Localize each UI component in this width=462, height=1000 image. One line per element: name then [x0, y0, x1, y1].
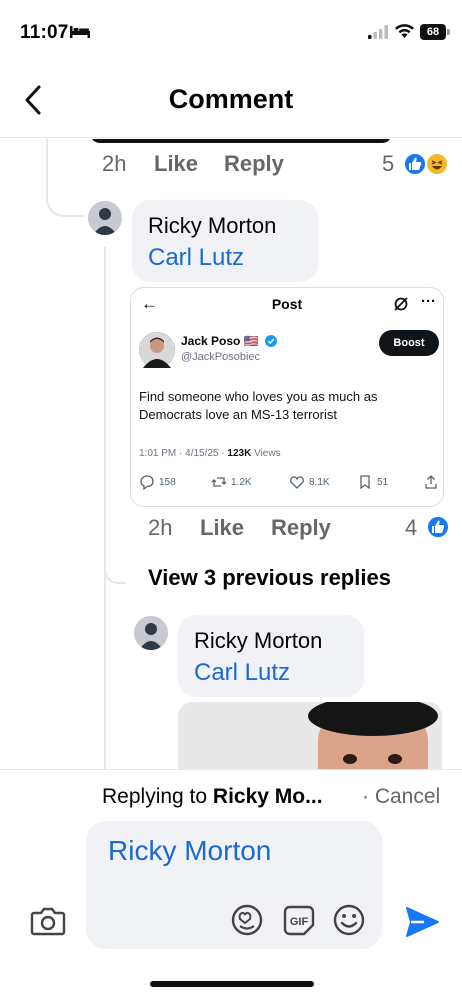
more-icon: ···: [421, 293, 436, 310]
comment-author[interactable]: Ricky Morton: [148, 213, 276, 239]
camera-icon[interactable]: [30, 905, 66, 937]
tweet-author: Jack Poso 🇺🇸: [181, 334, 259, 348]
replying-to-prefix: Replying to: [102, 785, 213, 808]
tweet-text: Find someone who loves you as much as De…: [139, 389, 378, 422]
reply-button[interactable]: Reply: [271, 515, 331, 541]
thread-line: [104, 247, 106, 769]
tweet-time: 1:01 PM · 4/15/25 ·: [139, 448, 228, 459]
cancel-reply-button[interactable]: · Cancel: [362, 785, 440, 809]
reply-banner: Replying to Ricky Mo... · Cancel: [0, 769, 462, 821]
signal-icon: [368, 25, 388, 39]
bookmark-icon: [360, 475, 370, 490]
wifi-icon: [395, 24, 414, 38]
comment-input[interactable]: Ricky Morton GIF: [86, 821, 382, 949]
comments-list[interactable]: 2h Like Reply 5 Ricky Morton Carl Lutz ←…: [0, 139, 462, 769]
repost-icon: [211, 477, 227, 487]
like-button[interactable]: Like: [200, 515, 244, 541]
gif-eye: [343, 754, 357, 764]
tweet-meta: 1:01 PM · 4/15/25 · 123K Views: [139, 448, 281, 459]
battery-indicator: 68: [420, 24, 450, 40]
page-title: Comment: [168, 84, 294, 114]
header: Comment: [0, 62, 462, 138]
reaction-count[interactable]: 5: [382, 151, 394, 177]
tweet-reposts: 1.2K: [211, 474, 252, 490]
emoji-icon[interactable]: [332, 903, 366, 937]
comment-author[interactable]: Ricky Morton: [194, 628, 322, 654]
comment-input-value[interactable]: Ricky Morton: [108, 835, 271, 867]
home-indicator: [150, 981, 314, 987]
comment-actions: 2h Like Reply: [148, 515, 442, 547]
like-reaction-icon: [426, 515, 450, 539]
gif-eye: [388, 754, 402, 764]
heart-icon: [290, 476, 304, 489]
tweet-likes: 8.1K: [289, 474, 330, 490]
haha-reaction-icon: [425, 152, 449, 176]
status-time: 11:07: [20, 22, 69, 43]
avatar[interactable]: [88, 201, 122, 235]
comment-mention[interactable]: Carl Lutz: [148, 244, 244, 272]
share-icon: [425, 475, 437, 489]
replying-to-name: Ricky Mo...: [212, 785, 323, 808]
tweet-handle: @JackPosobiec: [181, 351, 261, 363]
comment-bubble[interactable]: Ricky Morton Carl Lutz: [178, 615, 364, 697]
like-reaction-icon: [403, 152, 427, 176]
comment-mention[interactable]: Carl Lutz: [194, 659, 290, 687]
tweet-reply-count: 158: [159, 476, 176, 488]
thread-connector: [46, 179, 84, 217]
separator: ·: [362, 785, 375, 808]
tweet-avatar: [139, 332, 175, 368]
grok-icon: [394, 297, 408, 311]
verified-icon: [265, 335, 277, 347]
reply-button[interactable]: Reply: [224, 151, 284, 177]
tweet-repost-count: 1.2K: [231, 476, 252, 488]
tweet-bookmark-count: 51: [377, 476, 389, 488]
tweet-views-label: Views: [251, 448, 281, 459]
like-button[interactable]: Like: [154, 151, 198, 177]
boost-button: Boost: [379, 330, 439, 356]
previous-media-bottom: [90, 139, 392, 143]
thread-connector: [104, 554, 126, 584]
comment-time: 2h: [148, 515, 173, 540]
comment-bubble[interactable]: Ricky Morton Carl Lutz: [132, 200, 318, 282]
avatar[interactable]: [134, 616, 168, 650]
replying-to: Replying to Ricky Mo...: [102, 785, 323, 809]
send-icon[interactable]: [404, 905, 440, 939]
svg-text:GIF: GIF: [290, 916, 309, 928]
tweet-stats: 158 1.2K 8.1K 51: [139, 474, 439, 494]
status-bar: 11:07 68: [0, 0, 462, 62]
tweet-bookmarks: 51: [357, 474, 388, 490]
view-previous-replies[interactable]: View 3 previous replies: [148, 565, 391, 591]
comment-composer: Ricky Morton GIF: [0, 821, 462, 1000]
gif-icon[interactable]: GIF: [282, 903, 316, 937]
comment-image[interactable]: ← Post ··· Jack Poso 🇺🇸 @JackPosobiec Bo…: [130, 287, 444, 507]
battery-level: 68: [420, 24, 446, 40]
cancel-label[interactable]: Cancel: [375, 785, 440, 808]
comment-time: 2h: [102, 151, 127, 176]
reply-bubble-icon: [140, 475, 154, 490]
tweet-like-count: 8.1K: [309, 476, 330, 488]
tweet-views: 123K: [227, 448, 252, 459]
battery-cap: [447, 29, 450, 35]
bed-icon: [70, 26, 90, 38]
sticker-icon[interactable]: [230, 903, 264, 937]
tweet-replies: 158: [139, 474, 176, 490]
comment-gif[interactable]: [178, 702, 442, 769]
reaction-count[interactable]: 4: [405, 515, 417, 541]
